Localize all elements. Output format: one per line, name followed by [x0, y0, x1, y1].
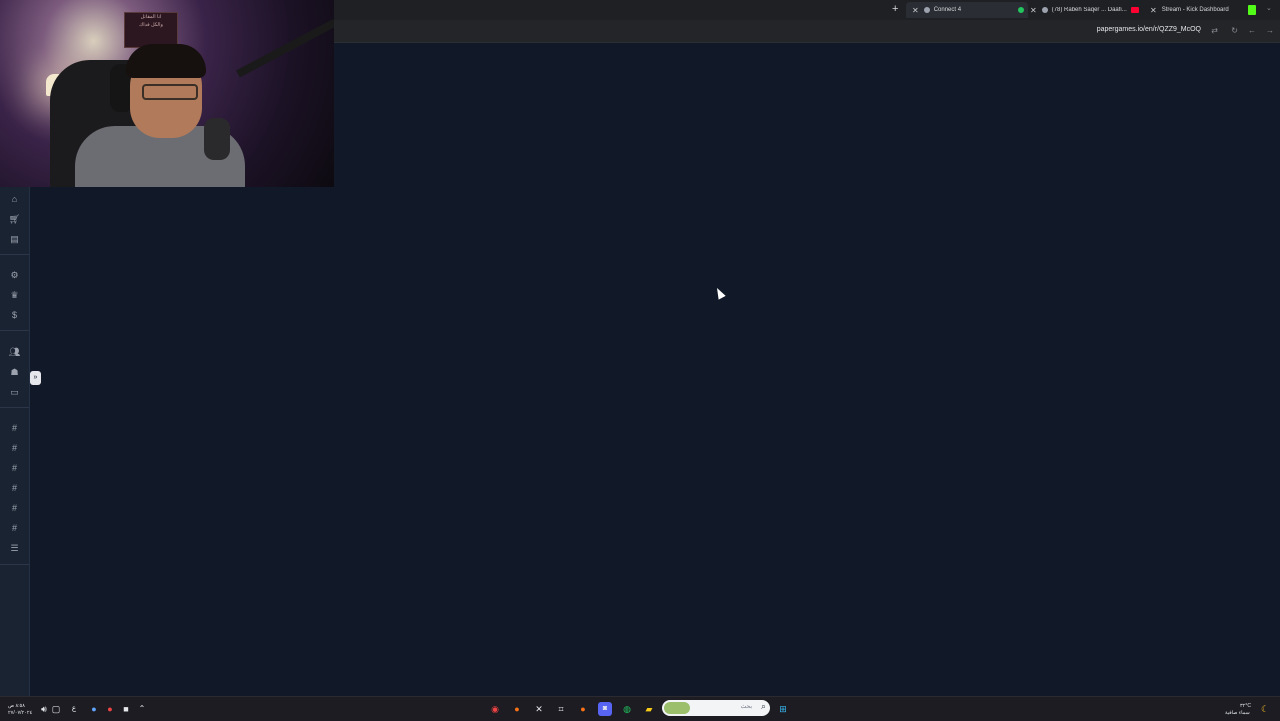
tab-title: (78) Rabeh Saqer ... Daafi...	[1051, 7, 1127, 13]
poster-text: انا المقاتل	[140, 14, 162, 20]
clock-date: ٢٧/٠٧/٢٠٢٤	[8, 710, 33, 716]
chrome-icon[interactable]: ◍	[620, 702, 634, 716]
weather-desc: سماء صافية	[1225, 710, 1250, 716]
hash-icon[interactable]: #	[0, 462, 29, 474]
audio-dot-icon	[1018, 7, 1024, 13]
sidebar-divider	[0, 254, 29, 255]
trophy-icon[interactable]: ♛	[0, 289, 29, 301]
cart-icon[interactable]: 🛒︎	[0, 213, 29, 225]
hash-icon[interactable]: #	[0, 422, 29, 434]
tray-app-icon[interactable]: ■	[119, 702, 133, 716]
language-indicator[interactable]: ع	[67, 702, 81, 716]
app-icon-orange[interactable]: ●	[510, 702, 524, 716]
dollar-icon[interactable]: $	[0, 309, 29, 321]
hash-icon[interactable]: #	[0, 502, 29, 514]
weather-temp: ٣٢°C	[1240, 703, 1251, 709]
mic-icon[interactable]: ●	[87, 702, 101, 716]
hash-icon[interactable]: #	[0, 442, 29, 454]
chevron-down-icon[interactable]: ⌄	[1266, 3, 1272, 15]
taskbar-search[interactable]: بحث ⌕	[662, 700, 770, 716]
home-icon[interactable]: ⌂	[0, 193, 29, 205]
firefox-icon[interactable]: ●	[576, 702, 590, 716]
windows-start-icon[interactable]: ⊞	[776, 702, 790, 716]
obs-app-icon[interactable]: ◉	[488, 702, 502, 716]
tab-title: Connect 4	[933, 7, 962, 13]
app-icon-hash[interactable]: ⌗	[554, 702, 568, 716]
close-tab-icon[interactable]: ✕	[912, 6, 919, 15]
users-icon[interactable]: 👥︎	[0, 346, 29, 358]
papergames-icon	[923, 7, 930, 13]
chevron-up-icon[interactable]: ⌃	[135, 702, 149, 716]
search-icon: ⌕	[760, 701, 766, 711]
url-text: papergames.io/en/r/QZZ9_McOQ	[1096, 26, 1201, 33]
search-highlight-image	[664, 702, 690, 714]
main-content	[30, 43, 1280, 696]
kick-icon	[1248, 5, 1256, 15]
new-tab-button[interactable]: +	[892, 3, 898, 15]
poster-text: والكل فداك	[139, 22, 163, 28]
tab-connect-4[interactable]: ✕ Connect 4	[906, 2, 1028, 18]
youtube-icon	[1041, 7, 1048, 13]
search-placeholder: بحث	[740, 704, 752, 710]
discord-icon[interactable]: ◙	[598, 702, 612, 716]
windows-taskbar: ٨:٥٨ ص ٢٧/٠٧/٢٠٢٤ 🔊︎ ▢ ع ● ● ■ ⌃ ◉ ● ✕ ⌗…	[0, 696, 1280, 721]
tab-youtube[interactable]: ✕ (78) Rabeh Saqer ... Daafi...	[1026, 2, 1146, 18]
settings-icon[interactable]: ⚙	[0, 269, 29, 281]
obs-icon[interactable]: ●	[103, 702, 117, 716]
youtube-logo-icon	[1130, 7, 1139, 13]
url-field[interactable]: papergames.io/en/r/QZZ9_McOQ ⇄ ↻ ← →	[334, 23, 1280, 40]
capcut-icon[interactable]: ✕	[532, 702, 546, 716]
hash-icon[interactable]: #	[0, 522, 29, 534]
tune-icon[interactable]: ⇄	[1211, 25, 1218, 37]
gift-icon[interactable]: ▤	[0, 233, 29, 245]
controller-icon[interactable]: ▭	[0, 386, 29, 398]
robot-icon[interactable]: ☗	[0, 366, 29, 378]
reload-icon[interactable]: ↻	[1231, 25, 1238, 37]
sidebar-divider	[0, 407, 29, 408]
file-explorer-icon[interactable]: ▰	[642, 702, 656, 716]
tab-title: Stream - Kick Dashboard	[1161, 7, 1229, 13]
forward-icon[interactable]: →	[1266, 25, 1274, 37]
clock-time: ٨:٥٨ ص	[8, 703, 25, 709]
close-tab-icon[interactable]: ✕	[1030, 6, 1037, 15]
left-sidebar: ⌂ 🛒︎ ▤ ⚙ ♛ $ 👥︎ ☗ ▭ # # # # # # ☰	[0, 187, 30, 696]
close-tab-icon[interactable]: ✕	[1150, 6, 1157, 15]
weather-moon-icon[interactable]: ☾	[1258, 702, 1272, 716]
back-icon[interactable]: ←	[1248, 25, 1256, 37]
sidebar-divider	[0, 564, 29, 565]
sidebar-divider	[0, 330, 29, 331]
list-icon[interactable]: ☰	[0, 542, 29, 554]
hash-icon[interactable]: #	[0, 482, 29, 494]
network-icon[interactable]: ▢	[49, 702, 63, 716]
